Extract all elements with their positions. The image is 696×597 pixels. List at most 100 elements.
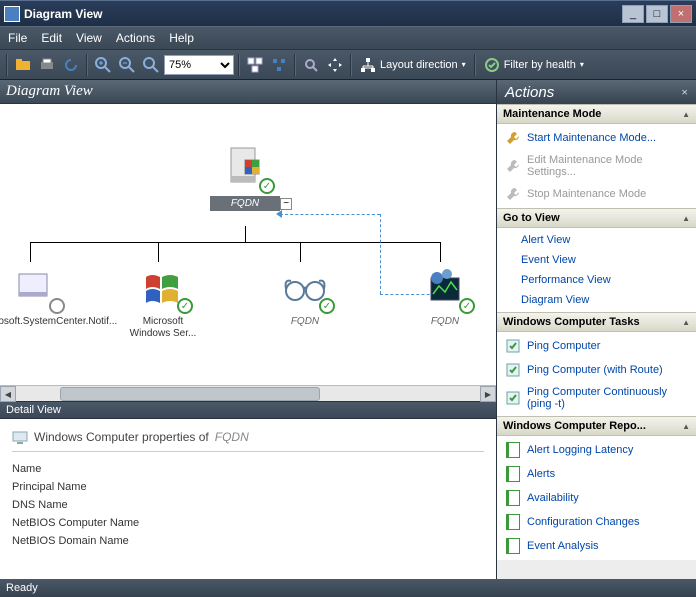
action-report[interactable]: Configuration Changes	[497, 510, 696, 534]
actions-pane: Actions × Maintenance Mode ▲ Start Maint…	[496, 80, 696, 579]
title-bar: Diagram View _ □ ×	[0, 0, 696, 26]
action-label: Event Analysis	[527, 540, 599, 552]
section-computer-reports[interactable]: Windows Computer Repo... ▲	[497, 416, 696, 436]
report-icon	[505, 538, 521, 554]
menu-actions[interactable]: Actions	[116, 31, 155, 45]
action-stop-maintenance: Stop Maintenance Mode	[497, 182, 696, 206]
action-report[interactable]: Alerts	[497, 462, 696, 486]
horizontal-scrollbar[interactable]: ◀ ▶	[0, 385, 496, 401]
wrench-edit-icon	[505, 158, 521, 174]
toolbar: 75% Layout direction Filter by health	[0, 50, 696, 80]
diagram-root-node[interactable]: ✓ FQDN −	[200, 144, 290, 211]
relayout-icon[interactable]	[244, 54, 266, 76]
action-start-maintenance[interactable]: Start Maintenance Mode...	[497, 126, 696, 150]
chevron-up-icon: ▲	[682, 318, 690, 327]
wrench-stop-icon	[505, 186, 521, 202]
node-caption: Microsoft Windows Ser...	[123, 316, 203, 340]
find-icon[interactable]	[300, 54, 322, 76]
scroll-left-icon[interactable]: ◀	[0, 386, 16, 402]
diagram-node[interactable]: ✓ FQDN	[260, 264, 350, 328]
zoom-out-icon[interactable]	[116, 54, 138, 76]
action-alert-view[interactable]: Alert View	[497, 230, 696, 250]
action-label: Diagram View	[521, 294, 589, 306]
detail-title: Windows Computer properties of FQDN	[12, 429, 484, 452]
close-button[interactable]: ×	[670, 5, 692, 23]
layout-direction-icon	[360, 57, 376, 73]
action-diagram-view[interactable]: Diagram View	[497, 290, 696, 310]
main-area: Diagram View ✓	[0, 80, 696, 579]
diagram-pane[interactable]: ✓ FQDN −	[0, 104, 496, 385]
action-label: Ping Computer	[527, 340, 600, 352]
actions-close-icon[interactable]: ×	[681, 85, 688, 100]
action-label: Alerts	[527, 468, 555, 480]
section-title: Windows Computer Tasks	[503, 316, 640, 328]
action-label: Start Maintenance Mode...	[527, 132, 656, 144]
minimize-button[interactable]: _	[622, 5, 644, 23]
layout-direction-button[interactable]: Layout direction	[356, 54, 470, 76]
detail-title-prefix: Windows Computer properties of	[34, 430, 209, 444]
detail-pane: Windows Computer properties of FQDN Name…	[0, 419, 496, 579]
open-icon[interactable]	[12, 54, 34, 76]
section-title: Go to View	[503, 212, 560, 224]
chevron-up-icon: ▲	[682, 422, 690, 431]
detail-row: Name	[12, 460, 484, 478]
chevron-up-icon: ▲	[682, 214, 690, 223]
action-ping[interactable]: Ping Computer	[497, 334, 696, 358]
action-ping-continuous[interactable]: Ping Computer Continuously (ping -t)	[497, 382, 696, 414]
status-text: Ready	[6, 582, 38, 594]
layout-direction-label: Layout direction	[380, 59, 458, 71]
filter-icon	[484, 57, 500, 73]
zoom-in-icon[interactable]	[92, 54, 114, 76]
health-unknown-icon	[49, 298, 65, 314]
menu-edit[interactable]: Edit	[41, 31, 62, 45]
action-report[interactable]: Event Analysis	[497, 534, 696, 558]
actions-title: Actions	[505, 84, 554, 101]
refresh-icon[interactable]	[60, 54, 82, 76]
node-caption: rosoft.SystemCenter.Notif...	[0, 316, 75, 328]
section-go-to-view[interactable]: Go to View ▲	[497, 208, 696, 228]
action-label: Configuration Changes	[527, 516, 640, 528]
action-performance-view[interactable]: Performance View	[497, 270, 696, 290]
menu-file[interactable]: File	[8, 31, 27, 45]
collapse-toggle[interactable]: −	[280, 198, 292, 210]
app-icon	[4, 6, 20, 22]
zoom-fit-icon[interactable]	[140, 54, 162, 76]
diagram-node[interactable]: ✓ Microsoft Windows Ser...	[118, 264, 208, 340]
root-label: FQDN −	[210, 196, 280, 211]
action-label: Availability	[527, 492, 579, 504]
section-computer-tasks[interactable]: Windows Computer Tasks ▲	[497, 312, 696, 332]
action-label: Event View	[521, 254, 576, 266]
action-label: Stop Maintenance Mode	[527, 188, 646, 200]
section-maintenance-mode[interactable]: Maintenance Mode ▲	[497, 104, 696, 124]
action-ping-route[interactable]: Ping Computer (with Route)	[497, 358, 696, 382]
scroll-right-icon[interactable]: ▶	[480, 386, 496, 402]
section-title: Maintenance Mode	[503, 108, 601, 120]
menu-help[interactable]: Help	[169, 31, 194, 45]
health-ok-icon: ✓	[259, 178, 275, 194]
window-title: Diagram View	[24, 7, 622, 21]
action-label: Ping Computer (with Route)	[527, 364, 663, 376]
action-report[interactable]: Availability	[497, 486, 696, 510]
print-icon[interactable]	[36, 54, 58, 76]
glasses-icon	[283, 273, 327, 303]
action-event-view[interactable]: Event View	[497, 250, 696, 270]
menu-view[interactable]: View	[76, 31, 102, 45]
action-label: Edit Maintenance Mode Settings...	[527, 154, 688, 178]
health-ok-icon: ✓	[459, 298, 475, 314]
action-report[interactable]: Alert Logging Latency	[497, 438, 696, 462]
pan-icon[interactable]	[324, 54, 346, 76]
zoom-select[interactable]: 75%	[164, 55, 234, 75]
task-icon	[505, 362, 521, 378]
wrench-icon	[505, 130, 521, 146]
health-ok-icon: ✓	[319, 298, 335, 314]
diagram-node[interactable]: rosoft.SystemCenter.Notif...	[0, 264, 80, 328]
diagram-node[interactable]: ✓ FQDN	[400, 264, 490, 328]
report-icon	[505, 514, 521, 530]
actions-header: Actions ×	[497, 80, 696, 104]
action-label: Ping Computer Continuously (ping -t)	[527, 386, 688, 410]
action-label: Alert View	[521, 234, 570, 246]
scroll-thumb[interactable]	[60, 387, 320, 401]
filter-by-health-button[interactable]: Filter by health	[480, 54, 588, 76]
autolayout-icon[interactable]	[268, 54, 290, 76]
maximize-button[interactable]: □	[646, 5, 668, 23]
